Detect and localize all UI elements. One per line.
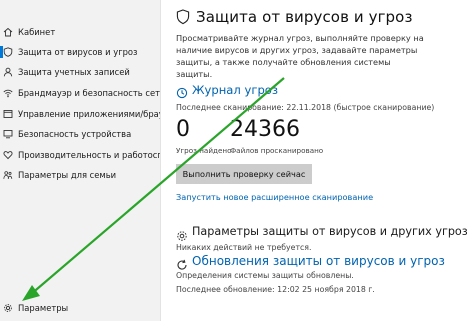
gear-icon — [3, 303, 13, 313]
family-icon — [3, 170, 13, 180]
threats-found-value: 0 — [176, 117, 190, 142]
quick-scan-button[interactable]: Выполнить проверку сейчас — [176, 164, 312, 184]
sidebar-nav: Кабинет Защита от вирусов и угроз Защита… — [0, 0, 161, 321]
last-update-text: Последнее обновление: 12:02 25 ноября 20… — [176, 285, 375, 294]
sidebar-item-label: Производительность и работоспособн — [18, 150, 160, 160]
device-icon — [3, 129, 13, 139]
sidebar-item-label: Управление приложениями/браузером — [18, 109, 160, 119]
definitions-status: Определения системы защиты обновлены. — [176, 271, 354, 280]
person-icon — [3, 67, 13, 77]
wifi-icon — [3, 88, 13, 98]
files-scanned-label: Файлов просканировано — [230, 146, 324, 155]
sidebar-item-label: Параметры для семьи — [18, 170, 117, 180]
page-title-shield-icon — [176, 9, 190, 29]
sidebar-item-settings[interactable]: Параметры — [0, 298, 160, 318]
sidebar-item-virus-protection[interactable]: Защита от вирусов и угроз — [0, 42, 160, 62]
files-scanned-value: 24366 — [230, 117, 300, 142]
sidebar-item-device-security[interactable]: Безопасность устройства — [0, 124, 160, 144]
shield-icon — [3, 47, 13, 57]
sidebar-item-app-browser[interactable]: Управление приложениями/браузером — [0, 104, 160, 124]
last-scan-text: Последнее сканирование: 22.11.2018 (быст… — [176, 103, 435, 112]
sidebar-item-firewall[interactable]: Брандмауэр и безопасность сети — [0, 83, 160, 103]
threats-found-label: Угроз найдено — [176, 146, 232, 155]
threat-log-icon — [176, 84, 188, 103]
heart-icon — [3, 150, 13, 160]
protection-updates-link[interactable]: Обновления защиты от вирусов и угроз — [192, 254, 445, 268]
sidebar-item-label: Защита от вирусов и угроз — [18, 47, 138, 57]
sidebar-item-account-protection[interactable]: Защита учетных записей — [0, 62, 160, 82]
sidebar-item-label: Брандмауэр и безопасность сети — [18, 88, 160, 98]
protection-settings-status: Никаких действий не требуется. — [176, 243, 312, 252]
page-description: Просматривайте журнал угроз, выполняйте … — [176, 33, 424, 79]
threat-log-link[interactable]: Журнал угроз — [192, 83, 278, 97]
sidebar-item-label: Параметры — [18, 303, 69, 313]
sidebar-item-home[interactable]: Кабинет — [0, 22, 160, 42]
home-icon — [3, 27, 13, 37]
sidebar-item-label: Кабинет — [18, 27, 56, 37]
sidebar-item-label: Безопасность устройства — [18, 129, 132, 139]
sidebar-item-label: Защита учетных записей — [18, 67, 130, 77]
page-title: Защита от вирусов и угроз — [196, 8, 413, 26]
advanced-scan-link[interactable]: Запустить новое расширенное сканирование — [176, 192, 373, 202]
sidebar-item-family[interactable]: Параметры для семьи — [0, 165, 160, 185]
sidebar-item-performance-health[interactable]: Производительность и работоспособн — [0, 145, 160, 165]
protection-settings-heading: Параметры защиты от вирусов и других угр… — [192, 225, 468, 238]
main-content: Защита от вирусов и угроз Просматривайте… — [163, 0, 474, 321]
app-window-icon — [3, 109, 13, 119]
